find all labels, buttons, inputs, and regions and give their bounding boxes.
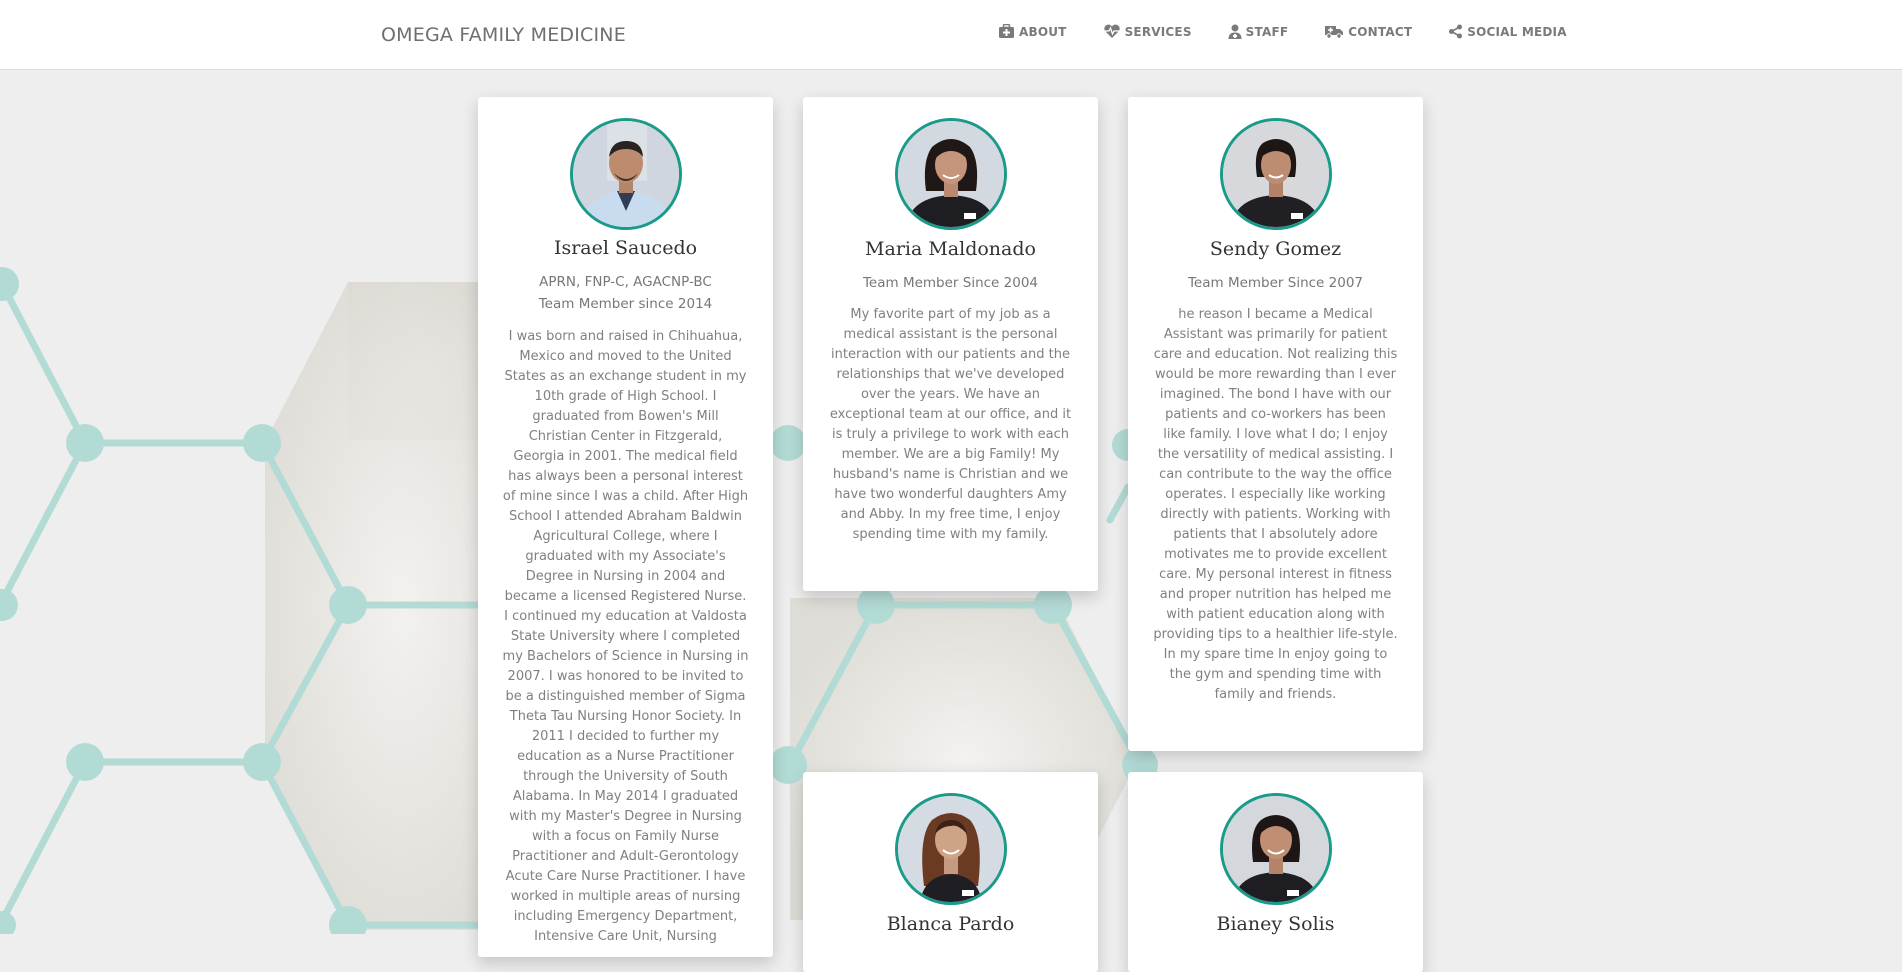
- brand-title[interactable]: OMEGA FAMILY MEDICINE: [381, 24, 626, 46]
- staff-name: Bianey Solis: [1216, 913, 1335, 935]
- user-doctor-icon: [1228, 24, 1242, 39]
- nav-social-media-label: SOCIAL MEDIA: [1467, 24, 1567, 39]
- avatar: [1220, 793, 1332, 905]
- staff-card: Bianey Solis: [1128, 772, 1423, 972]
- staff-bio: I was born and raised in Chihuahua, Mexi…: [502, 329, 749, 944]
- nav-services-label: SERVICES: [1124, 24, 1192, 39]
- nav-staff[interactable]: STAFF: [1228, 24, 1289, 39]
- nav-services[interactable]: SERVICES: [1103, 24, 1192, 39]
- staff-name: Maria Maldonado: [865, 238, 1036, 260]
- nav-about-label: ABOUT: [1019, 24, 1067, 39]
- staff-bio: he reason I became a Medical Assistant w…: [1153, 307, 1398, 702]
- nav-links: ABOUT SERVICES STAFF CONTACT SOCIAL MEDI…: [998, 24, 1603, 39]
- nav-staff-label: STAFF: [1245, 24, 1289, 39]
- staff-card: Blanca Pardo: [803, 772, 1098, 972]
- share-icon: [1449, 24, 1463, 39]
- heart-pulse-icon: [1103, 24, 1120, 38]
- staff-bio: My favorite part of my job as a medical …: [829, 307, 1072, 542]
- staff-name: Israel Saucedo: [553, 237, 698, 259]
- nav-about[interactable]: ABOUT: [998, 24, 1067, 39]
- staff-since: Team Member Since 2004: [862, 275, 1039, 291]
- avatar: [570, 118, 682, 230]
- staff-name: Blanca Pardo: [886, 913, 1015, 935]
- staff-since: Team Member Since 2007: [1187, 275, 1364, 291]
- briefcase-medical-icon: [999, 24, 1014, 38]
- nav-social-media[interactable]: SOCIAL MEDIA: [1448, 24, 1567, 39]
- ambulance-icon: [1325, 26, 1344, 39]
- nav-contact-label: CONTACT: [1348, 24, 1413, 39]
- staff-card: Israel Saucedo APRN, FNP-C, AGACNP-BC Te…: [478, 97, 773, 957]
- avatar: [895, 793, 1007, 905]
- avatar: [895, 118, 1007, 230]
- top-navbar: OMEGA FAMILY MEDICINE ABOUT SERVICES STA…: [0, 0, 1902, 70]
- avatar: [1220, 118, 1332, 230]
- staff-credentials: APRN, FNP-C, AGACNP-BC: [539, 274, 712, 290]
- staff-card: Sendy Gomez Team Member Since 2007 he re…: [1128, 97, 1423, 751]
- nav-contact[interactable]: CONTACT: [1324, 24, 1412, 39]
- staff-name: Sendy Gomez: [1209, 238, 1342, 260]
- staff-since: Team Member since 2014: [538, 296, 713, 312]
- staff-card: Maria Maldonado Team Member Since 2004 M…: [803, 97, 1098, 591]
